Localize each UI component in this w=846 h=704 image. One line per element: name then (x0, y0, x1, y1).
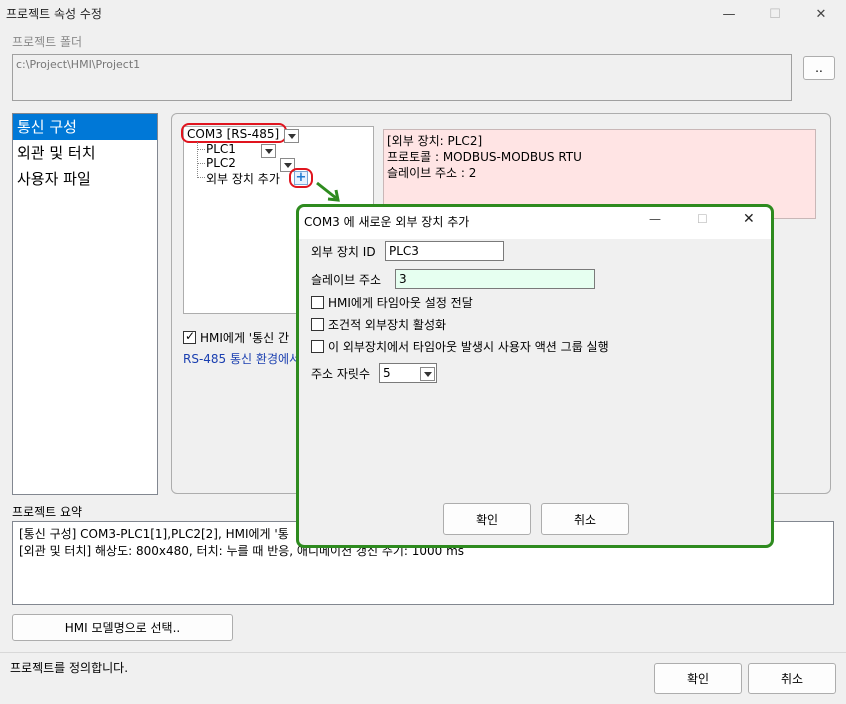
address-digits-label: 주소 자릿수 (311, 367, 371, 381)
dialog-ok-button[interactable]: 확인 (443, 503, 531, 535)
add-device-dialog: COM3 에 새로운 외부 장치 추가 — ☐ ✕ 외부 장치 ID PLC3 … (296, 204, 774, 548)
dialog-maximize-icon: ☐ (697, 212, 708, 226)
slave-address-label: 슬레이브 주소 (311, 273, 382, 287)
dialog-minimize-icon[interactable]: — (649, 212, 661, 226)
project-folder-path: c:\Project\HMI\Project1 (16, 58, 141, 71)
project-folder-field[interactable]: c:\Project\HMI\Project1 (12, 54, 792, 101)
minimize-button[interactable]: — (706, 0, 752, 28)
dialog-title: COM3 에 새로운 외부 장치 추가 (304, 215, 470, 229)
info-slave-address: 슬레이브 주소 : 2 (387, 166, 477, 180)
tree-line (197, 142, 198, 178)
summary-label: 프로젝트 요약 (12, 505, 83, 519)
dialog-cancel-button[interactable]: 취소 (541, 503, 629, 535)
sidebar-item-appearance[interactable]: 외관 및 터치 (13, 140, 157, 166)
arrow-icon (316, 181, 340, 202)
timeout-pass-label: HMI에게 타임아웃 설정 전달 (328, 296, 473, 310)
minimize-icon: — (722, 6, 736, 22)
chevron-down-icon (420, 366, 435, 381)
close-icon: ✕ (815, 6, 827, 22)
hmi-timeout-checkbox[interactable] (183, 329, 196, 344)
sidebar-item-comm[interactable]: 통신 구성 (13, 114, 157, 140)
tree-line (197, 163, 205, 164)
ok-button[interactable]: 확인 (654, 663, 742, 694)
hmi-timeout-label: HMI에게 '통신 간 (200, 331, 290, 345)
tree-port-node[interactable]: COM3 [RS-485] (187, 127, 279, 141)
tree-device-plc2[interactable]: PLC2 (206, 156, 236, 170)
cancel-button[interactable]: 취소 (748, 663, 836, 694)
timeout-action-label: 이 외부장치에서 타임아웃 발생시 사용자 액션 그룹 실행 (328, 340, 609, 354)
device-id-input[interactable]: PLC3 (385, 241, 504, 261)
timeout-action-checkbox[interactable] (311, 340, 324, 353)
port-dropdown-arrow[interactable] (284, 128, 299, 143)
tree-device-plc1[interactable]: PLC1 (206, 142, 236, 156)
plus-icon[interactable]: + (294, 171, 308, 185)
window-title-bar: 프로젝트 속성 수정 — ☐ ✕ (0, 0, 846, 28)
conditional-activate-checkbox[interactable] (311, 318, 324, 331)
browse-folder-button[interactable]: .. (803, 56, 835, 80)
dialog-close-icon[interactable]: ✕ (743, 211, 755, 227)
dialog-title-bar: COM3 에 새로운 외부 장치 추가 — ☐ ✕ (299, 207, 771, 239)
maximize-button: ☐ (752, 0, 798, 28)
close-button[interactable]: ✕ (798, 0, 844, 28)
conditional-activate-label: 조건적 외부장치 활성화 (328, 318, 447, 332)
timeout-pass-checkbox[interactable] (311, 296, 324, 309)
tree-line (197, 177, 205, 178)
device-id-label: 외부 장치 ID (311, 245, 376, 259)
category-list[interactable]: 통신 구성 외관 및 터치 사용자 파일 (12, 113, 158, 495)
status-text: 프로젝트를 정의합니다. (10, 661, 129, 675)
window-title: 프로젝트 속성 수정 (6, 7, 102, 21)
rs485-note: RS-485 통신 환경에서 (183, 352, 297, 366)
sidebar-item-user-files[interactable]: 사용자 파일 (13, 166, 157, 192)
summary-line-comm: [통신 구성] COM3-PLC1[1],PLC2[2], HMI에게 '통 (19, 527, 289, 541)
plc1-dropdown-arrow[interactable] (260, 143, 276, 158)
info-device: [외부 장치: PLC2] (387, 134, 483, 148)
info-protocol: 프로토콜 : MODBUS-MODBUS RTU (387, 150, 582, 164)
address-digits-value: 5 (383, 366, 391, 380)
slave-address-input[interactable]: 3 (395, 269, 595, 289)
tree-line (197, 149, 205, 150)
select-by-model-button[interactable]: HMI 모델명으로 선택.. (12, 614, 233, 641)
tree-add-device[interactable]: 외부 장치 추가 (206, 170, 280, 187)
project-folder-label: 프로젝트 폴더 (12, 35, 83, 49)
maximize-icon: ☐ (769, 6, 781, 22)
address-digits-select[interactable]: 5 (379, 363, 437, 383)
